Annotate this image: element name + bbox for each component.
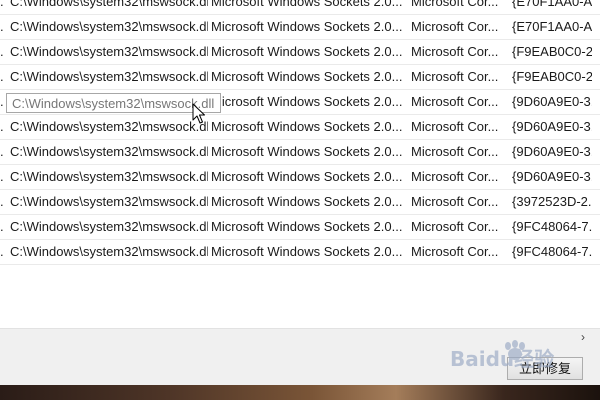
company-cell: Microsoft Cor... <box>411 94 499 109</box>
desktop-background <box>0 385 600 400</box>
description-cell: Microsoft Windows Sockets 2.0... <box>211 119 403 134</box>
list-row[interactable]: .C:\Windows\system32\mswsock.dllMicrosof… <box>0 140 600 165</box>
path-cell: C:\Windows\system32\mswsock.dll <box>10 244 208 259</box>
guid-cell: {9D60A9E0-3... <box>512 144 592 159</box>
company-cell: Microsoft Cor... <box>411 144 499 159</box>
guid-cell: {9D60A9E0-3... <box>512 169 592 184</box>
row-marker: . <box>0 69 4 84</box>
path-cell: C:\Windows\system32\mswsock.dll <box>10 0 208 9</box>
horizontal-scrollbar[interactable]: › <box>0 328 600 345</box>
row-marker: . <box>0 194 4 209</box>
path-cell: C:\Windows\system32\mswsock.dll <box>10 169 208 184</box>
path-cell: C:\Windows\system32\mswsock.dll <box>10 219 208 234</box>
guid-cell: {F9EAB0C0-2... <box>512 69 592 84</box>
company-cell: Microsoft Cor... <box>411 0 499 9</box>
list-row[interactable]: .C:\Windows\system32\mswsock.dllMicrosof… <box>0 40 600 65</box>
description-cell: Microsoft Windows Sockets 2.0... <box>211 219 403 234</box>
row-marker: . <box>0 0 4 9</box>
company-cell: Microsoft Cor... <box>411 19 499 34</box>
company-cell: Microsoft Cor... <box>411 69 499 84</box>
company-cell: Microsoft Cor... <box>411 219 499 234</box>
row-marker: . <box>0 144 4 159</box>
path-cell: C:\Windows\system32\mswsock.dll <box>10 144 208 159</box>
row-marker: . <box>0 19 4 34</box>
list-row[interactable]: .C:\Windows\system32\mswsock.dllMicrosof… <box>0 115 600 140</box>
guid-cell: {9FC48064-7... <box>512 219 592 234</box>
row-marker: . <box>0 244 4 259</box>
row-marker: . <box>0 219 4 234</box>
description-cell: Microsoft Windows Sockets 2.0... <box>211 169 403 184</box>
dialog-footer: 立即修复 <box>0 345 600 385</box>
row-marker: . <box>0 169 4 184</box>
description-cell: Microsoft Windows Sockets 2.0... <box>211 94 403 109</box>
description-cell: Microsoft Windows Sockets 2.0... <box>211 144 403 159</box>
guid-cell: {9FC48064-7... <box>512 244 592 259</box>
description-cell: Microsoft Windows Sockets 2.0... <box>211 244 403 259</box>
path-tooltip: C:\Windows\system32\mswsock.dll <box>6 93 221 113</box>
guid-cell: {F9EAB0C0-2... <box>512 44 592 59</box>
company-cell: Microsoft Cor... <box>411 169 499 184</box>
path-cell: C:\Windows\system32\mswsock.dll <box>10 119 208 134</box>
description-cell: Microsoft Windows Sockets 2.0... <box>211 69 403 84</box>
path-cell: C:\Windows\system32\mswsock.dll <box>10 69 208 84</box>
fix-now-button[interactable]: 立即修复 <box>507 357 583 380</box>
list-empty-area <box>0 290 600 330</box>
description-cell: Microsoft Windows Sockets 2.0... <box>211 19 403 34</box>
guid-cell: {9D60A9E0-3... <box>512 119 592 134</box>
guid-cell: {9D60A9E0-3... <box>512 94 592 109</box>
list-row[interactable]: .C:\Windows\system32\mswsock.dllMicrosof… <box>0 215 600 240</box>
path-cell: C:\Windows\system32\mswsock.dll <box>10 44 208 59</box>
chevron-right-icon[interactable]: › <box>576 330 590 344</box>
guid-cell: {E70F1AA0-A... <box>512 0 592 9</box>
path-cell: C:\Windows\system32\mswsock.dll <box>10 19 208 34</box>
list-row[interactable]: .C:\Windows\system32\mswsock.dllMicrosof… <box>0 0 600 15</box>
description-cell: Microsoft Windows Sockets 2.0... <box>211 0 403 9</box>
company-cell: Microsoft Cor... <box>411 244 499 259</box>
list-row[interactable]: .C:\Windows\system32\mswsock.dllMicrosof… <box>0 165 600 190</box>
company-cell: Microsoft Cor... <box>411 119 499 134</box>
company-cell: Microsoft Cor... <box>411 194 499 209</box>
list-row[interactable]: .C:\Windows\system32\mswsock.dllMicrosof… <box>0 240 600 265</box>
row-marker: . <box>0 44 4 59</box>
list-row[interactable]: .C:\Windows\system32\mswsock.dllMicrosof… <box>0 190 600 215</box>
guid-cell: {3972523D-2... <box>512 194 592 209</box>
mouse-pointer-icon <box>192 103 205 124</box>
list-row[interactable]: .C:\Windows\system32\mswsock.dllMicrosof… <box>0 65 600 90</box>
guid-cell: {E70F1AA0-A... <box>512 19 592 34</box>
company-cell: Microsoft Cor... <box>411 44 499 59</box>
file-list: . C:\Windows\system32\mswsock.dll Microsof… <box>0 0 600 290</box>
row-marker: . <box>0 119 4 134</box>
list-row[interactable]: .C:\Windows\system32\mswsock.dllMicrosof… <box>0 15 600 40</box>
path-cell: C:\Windows\system32\mswsock.dll <box>10 194 208 209</box>
description-cell: Microsoft Windows Sockets 2.0... <box>211 44 403 59</box>
description-cell: Microsoft Windows Sockets 2.0... <box>211 194 403 209</box>
